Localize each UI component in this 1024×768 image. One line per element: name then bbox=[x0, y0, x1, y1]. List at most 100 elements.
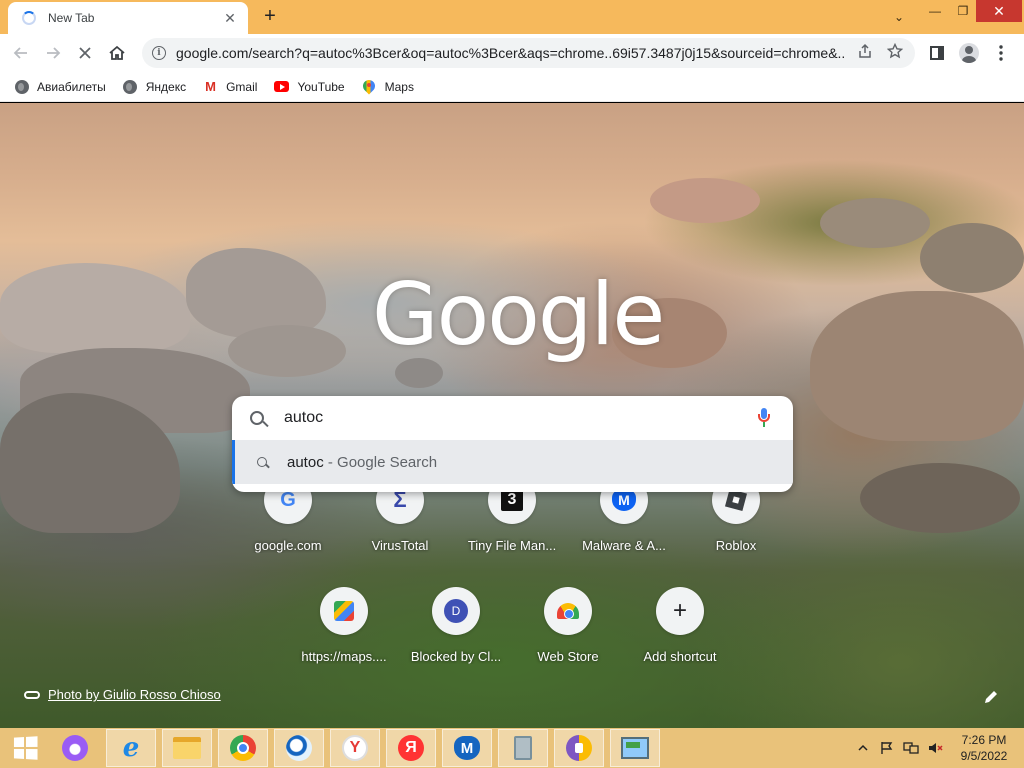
stop-x-icon bbox=[79, 47, 91, 59]
shortcut-malwarebytes[interactable]: M Malware & A... bbox=[568, 476, 680, 588]
tab-new-tab[interactable]: New Tab ✕ bbox=[8, 2, 248, 34]
url-text[interactable]: google.com/search?q=autoc%3Bcer&oq=autoc… bbox=[176, 45, 845, 61]
shortcut-label: google.com bbox=[254, 538, 322, 553]
taskbar-yandex-browser[interactable]: Y bbox=[330, 729, 380, 767]
profile-button[interactable] bbox=[958, 42, 980, 64]
lock-icon bbox=[566, 735, 592, 761]
bookmark-label: YouTube bbox=[297, 79, 345, 94]
globe-icon bbox=[123, 79, 138, 94]
background-rock bbox=[228, 325, 346, 377]
minimize-button[interactable]: — bbox=[922, 0, 948, 22]
background-rock bbox=[186, 248, 326, 338]
network-icon[interactable] bbox=[902, 739, 920, 757]
system-clock[interactable]: 7:26 PM 9/5/2022 bbox=[950, 732, 1018, 764]
shortcut-label: https://maps.... bbox=[301, 649, 387, 664]
volume-muted-icon[interactable] bbox=[926, 739, 944, 757]
shortcut-tiny-file-manager[interactable]: 3 Tiny File Man... bbox=[456, 476, 568, 588]
bookmark-yandex[interactable]: Яндекс bbox=[123, 79, 186, 94]
google-maps-icon bbox=[320, 587, 368, 635]
tab-search-button[interactable]: ⌄ bbox=[888, 6, 910, 28]
yandex-icon: Я bbox=[398, 735, 424, 761]
shortcut-web-store[interactable]: Web Store bbox=[512, 587, 624, 699]
taskbar-chrome[interactable] bbox=[218, 729, 268, 767]
autocomplete-suggestion[interactable]: autoc - Google Search bbox=[232, 440, 793, 484]
background-rock bbox=[920, 223, 1024, 293]
taskbar-alice[interactable] bbox=[50, 729, 100, 767]
address-bar[interactable]: i google.com/search?q=autoc%3Bcer&oq=aut… bbox=[142, 38, 915, 68]
start-button[interactable] bbox=[0, 728, 50, 768]
close-window-button[interactable]: ✕ bbox=[976, 0, 1022, 22]
side-panel-icon bbox=[930, 46, 944, 60]
alice-icon bbox=[62, 735, 88, 761]
monitor-icon bbox=[621, 737, 649, 759]
folder-icon bbox=[173, 737, 201, 759]
loading-spinner-icon bbox=[22, 11, 36, 25]
new-tab-button[interactable]: + bbox=[260, 6, 280, 26]
maps-icon bbox=[362, 79, 377, 94]
share-icon[interactable] bbox=[855, 43, 875, 63]
taskbar-vm-app[interactable] bbox=[610, 729, 660, 767]
photo-credit-text: Photo by Giulio Rosso Chioso bbox=[48, 687, 221, 702]
browser-toolbar: i google.com/search?q=autoc%3Bcer&oq=aut… bbox=[0, 34, 1024, 72]
back-button[interactable] bbox=[10, 42, 32, 64]
show-hidden-icons-chevron-icon[interactable] bbox=[854, 739, 872, 757]
taskbar-yandex[interactable]: Я bbox=[386, 729, 436, 767]
shortcut-google-maps[interactable]: https://maps.... bbox=[288, 587, 400, 699]
tab-title: New Tab bbox=[48, 11, 95, 25]
search-input[interactable] bbox=[284, 409, 757, 427]
shortcut-roblox[interactable]: Roblox bbox=[680, 476, 792, 588]
shortcut-label: VirusTotal bbox=[371, 538, 429, 553]
background-rock bbox=[820, 198, 930, 248]
globe-icon bbox=[14, 79, 29, 94]
voice-search-icon[interactable] bbox=[757, 408, 771, 428]
shortcut-label: Web Store bbox=[537, 649, 599, 664]
taskbar-usb-tool[interactable] bbox=[498, 729, 548, 767]
shortcut-label: Malware & A... bbox=[582, 538, 666, 553]
taskbar-file-explorer[interactable] bbox=[162, 729, 212, 767]
suggestion-text: autoc - Google Search bbox=[287, 454, 437, 471]
yandex-browser-icon: Y bbox=[342, 735, 368, 761]
shortcut-label: Roblox bbox=[715, 538, 757, 553]
plus-icon: + bbox=[656, 587, 704, 635]
shortcut-virustotal[interactable]: Σ VirusTotal bbox=[344, 476, 456, 588]
site-info-icon[interactable]: i bbox=[152, 46, 166, 60]
background-rock bbox=[650, 178, 760, 223]
clock-date: 9/5/2022 bbox=[960, 749, 1008, 763]
usb-icon bbox=[514, 736, 532, 760]
shortcut-google[interactable]: G google.com bbox=[232, 476, 344, 588]
bookmark-youtube[interactable]: YouTube bbox=[274, 79, 345, 94]
shortcut-blocked-by-chrome[interactable]: D Blocked by Cl... bbox=[400, 587, 512, 699]
background-rock bbox=[860, 463, 1020, 533]
taskbar-lock-app[interactable] bbox=[554, 729, 604, 767]
search-icon bbox=[257, 457, 267, 467]
forward-arrow-icon bbox=[47, 47, 61, 59]
google-logo: Google bbox=[372, 265, 665, 365]
bookmark-aviabilety[interactable]: Авиабилеты bbox=[14, 79, 106, 94]
chrome-icon bbox=[230, 735, 256, 761]
new-tab-page: Google autoc - Google Search G google.co… bbox=[0, 103, 1024, 728]
chrome-menu-button[interactable] bbox=[990, 42, 1012, 64]
taskbar: e Y Я M 7:26 PM 9/5/2022 bbox=[0, 728, 1024, 768]
side-panel-button[interactable] bbox=[926, 42, 948, 64]
bookmark-star-icon[interactable] bbox=[885, 42, 905, 63]
youtube-icon bbox=[274, 79, 290, 94]
bookmark-maps[interactable]: Maps bbox=[362, 79, 414, 94]
forward-button[interactable] bbox=[42, 42, 64, 64]
tab-close-icon[interactable]: ✕ bbox=[222, 10, 238, 27]
stop-loading-button[interactable] bbox=[74, 42, 96, 64]
taskbar-internet-explorer[interactable]: e bbox=[106, 729, 156, 767]
taskbar-malwarebytes[interactable]: M bbox=[442, 729, 492, 767]
add-shortcut-button[interactable]: + Add shortcut bbox=[624, 587, 736, 699]
avatar-icon bbox=[959, 43, 979, 63]
restore-button[interactable]: ❐ bbox=[950, 0, 976, 22]
bookmark-label: Maps bbox=[384, 79, 414, 94]
customize-pencil-icon[interactable] bbox=[983, 689, 999, 705]
bookmark-gmail[interactable]: M Gmail bbox=[203, 79, 257, 94]
action-center-flag-icon[interactable] bbox=[878, 739, 896, 757]
bookmark-label: Gmail bbox=[226, 79, 258, 94]
bookmark-label: Яндекс bbox=[145, 79, 187, 94]
home-button[interactable] bbox=[106, 42, 128, 64]
taskbar-ball-app[interactable] bbox=[274, 729, 324, 767]
photo-credit-link[interactable]: Photo by Giulio Rosso Chioso bbox=[24, 687, 221, 702]
ntp-search-box: autoc - Google Search bbox=[232, 396, 793, 492]
